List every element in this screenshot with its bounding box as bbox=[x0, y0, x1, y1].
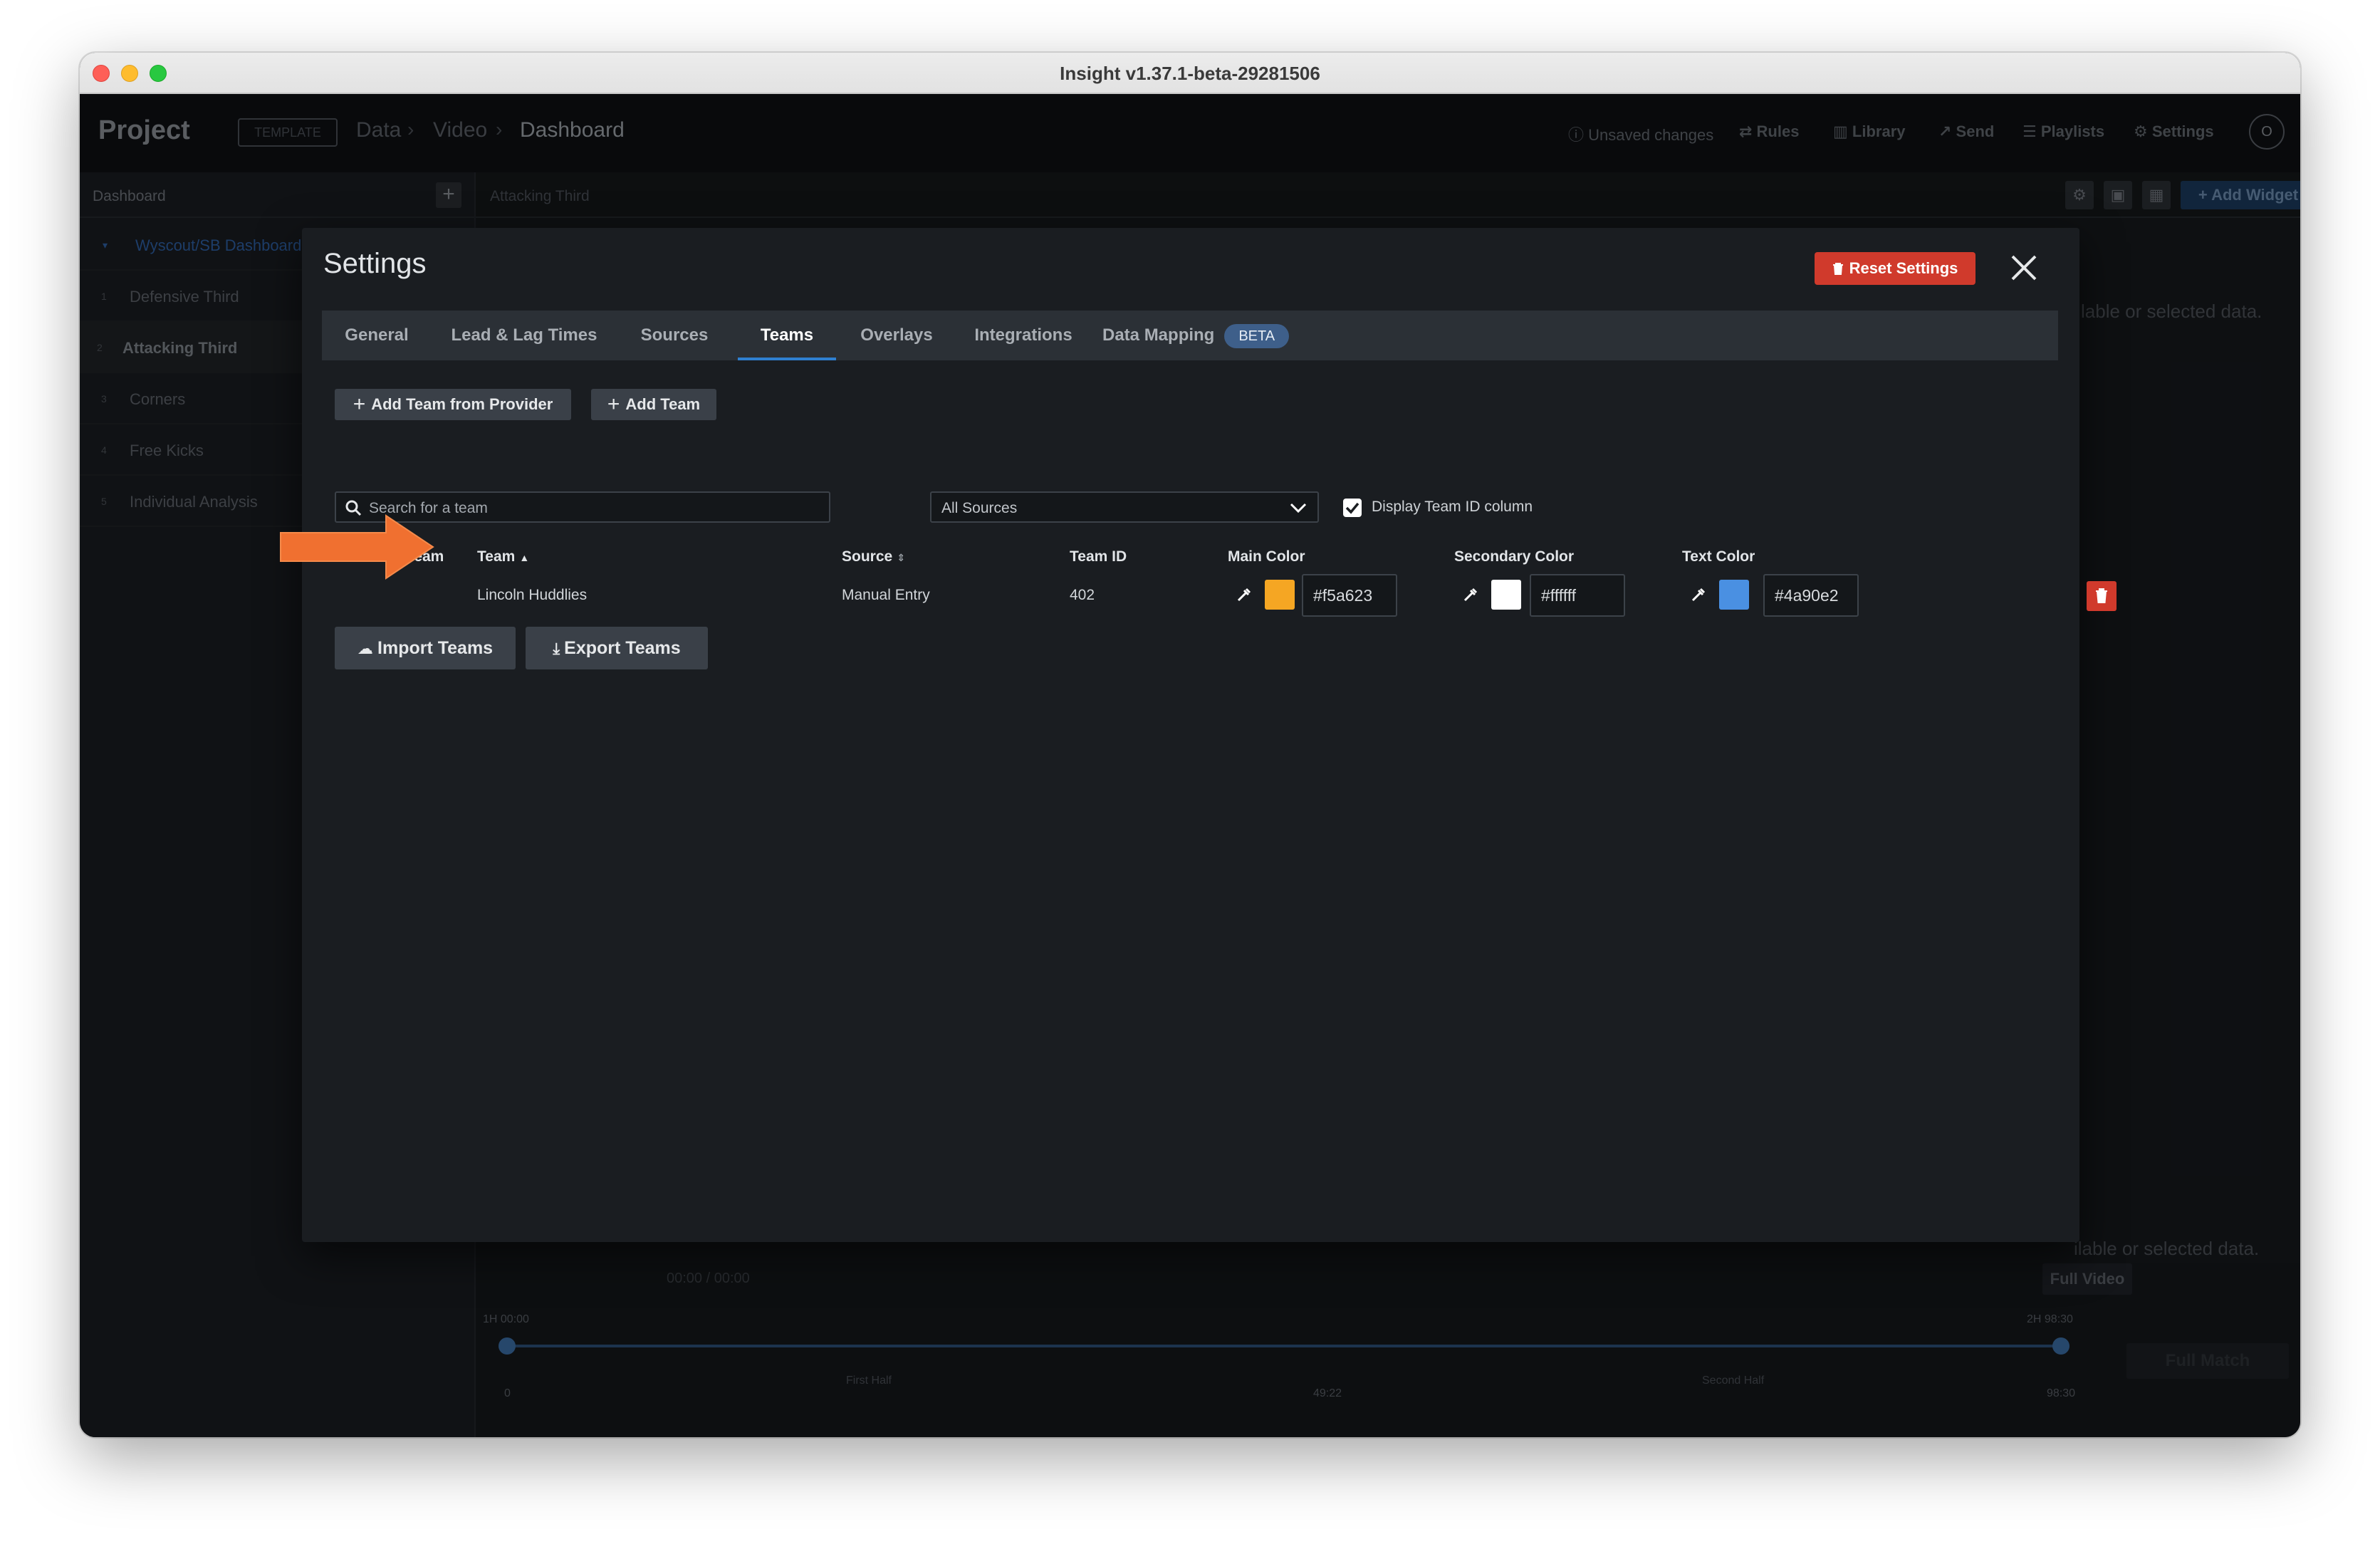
cloud-upload-icon: ☁ bbox=[357, 640, 378, 657]
plus-icon: + bbox=[353, 392, 366, 416]
text-color-swatch[interactable] bbox=[1719, 580, 1749, 610]
column-header-team[interactable]: Team ▲ bbox=[477, 548, 529, 565]
team-id-cell: 402 bbox=[1070, 587, 1095, 603]
settings-modal: Settings Reset Settings General Lead & L… bbox=[302, 228, 2117, 1242]
settings-tabs: General Lead & Lag Times Sources Teams O… bbox=[322, 311, 2058, 360]
column-header-secondary-color: Secondary Color bbox=[1454, 548, 1575, 565]
trash-icon bbox=[2096, 588, 2107, 603]
column-header-main-color: Main Color bbox=[1228, 548, 1305, 565]
team-source-cell: Manual Entry bbox=[842, 587, 930, 603]
delete-team-button[interactable] bbox=[2087, 581, 2117, 611]
plus-icon: + bbox=[607, 392, 620, 416]
tab-general[interactable]: General bbox=[322, 311, 432, 360]
window-titlebar: Insight v1.37.1-beta-29281506 bbox=[80, 53, 2300, 94]
export-teams-label: Export Teams bbox=[564, 638, 681, 658]
chevron-down-icon bbox=[1290, 503, 1307, 513]
import-teams-label: Import Teams bbox=[377, 638, 494, 658]
eyedropper-icon[interactable] bbox=[1463, 587, 1478, 603]
column-header-source-label: Source bbox=[842, 548, 893, 565]
source-filter-select[interactable]: All Sources bbox=[930, 491, 1319, 523]
column-header-source[interactable]: Source ⇕ bbox=[842, 548, 905, 565]
team-name-cell: Lincoln Huddlies bbox=[477, 587, 588, 603]
tab-data-mapping[interactable]: Data Mapping BETA bbox=[1102, 311, 1316, 360]
eyedropper-icon[interactable] bbox=[1236, 587, 1252, 603]
column-header-team-id: Team ID bbox=[1070, 548, 1127, 565]
trash-icon bbox=[1832, 263, 1843, 275]
tab-data-mapping-label: Data Mapping bbox=[1102, 325, 1215, 345]
sort-ascending-icon: ▲ bbox=[519, 552, 530, 563]
close-icon[interactable] bbox=[2008, 252, 2040, 283]
window-title: Insight v1.37.1-beta-29281506 bbox=[1060, 63, 1320, 84]
column-header-text-color: Text Color bbox=[1682, 548, 1755, 565]
add-team-button[interactable]: + Add Team bbox=[591, 389, 716, 420]
add-team-from-provider-button[interactable]: + Add Team from Provider bbox=[335, 389, 571, 420]
eyedropper-icon[interactable] bbox=[1691, 587, 1706, 603]
main-color-swatch[interactable] bbox=[1265, 580, 1295, 610]
tab-overlays[interactable]: Overlays bbox=[843, 311, 950, 360]
tab-sources[interactable]: Sources bbox=[617, 311, 732, 360]
tab-teams[interactable]: Teams bbox=[738, 311, 836, 360]
display-team-id-checkbox[interactable] bbox=[1343, 499, 1362, 517]
import-teams-button[interactable]: ☁ Import Teams bbox=[335, 627, 516, 669]
modal-title: Settings bbox=[323, 248, 427, 279]
source-filter-value: All Sources bbox=[941, 500, 1018, 516]
add-team-label: Add Team bbox=[625, 395, 701, 413]
beta-badge: BETA bbox=[1224, 323, 1290, 348]
column-header-team-label: Team bbox=[477, 548, 516, 565]
export-teams-button[interactable]: ⤓ Export Teams bbox=[526, 627, 708, 669]
tab-lead-lag-times[interactable]: Lead & Lag Times bbox=[434, 311, 614, 360]
checkmark-icon bbox=[1345, 502, 1359, 514]
secondary-color-input[interactable]: #ffffff bbox=[1530, 574, 1625, 617]
tab-integrations[interactable]: Integrations bbox=[956, 311, 1091, 360]
display-team-id-label: Display Team ID column bbox=[1372, 499, 1533, 515]
text-color-input[interactable]: #4a90e2 bbox=[1763, 574, 1859, 617]
secondary-color-swatch[interactable] bbox=[1491, 580, 1521, 610]
reset-settings-button[interactable]: Reset Settings bbox=[1815, 252, 1975, 285]
reset-settings-label: Reset Settings bbox=[1849, 259, 1958, 277]
add-team-from-provider-label: Add Team from Provider bbox=[371, 395, 553, 413]
main-color-input[interactable]: #f5a623 bbox=[1302, 574, 1397, 617]
annotation-arrow bbox=[280, 514, 434, 580]
download-icon: ⤓ bbox=[553, 640, 565, 657]
sort-icon: ⇕ bbox=[897, 552, 905, 563]
